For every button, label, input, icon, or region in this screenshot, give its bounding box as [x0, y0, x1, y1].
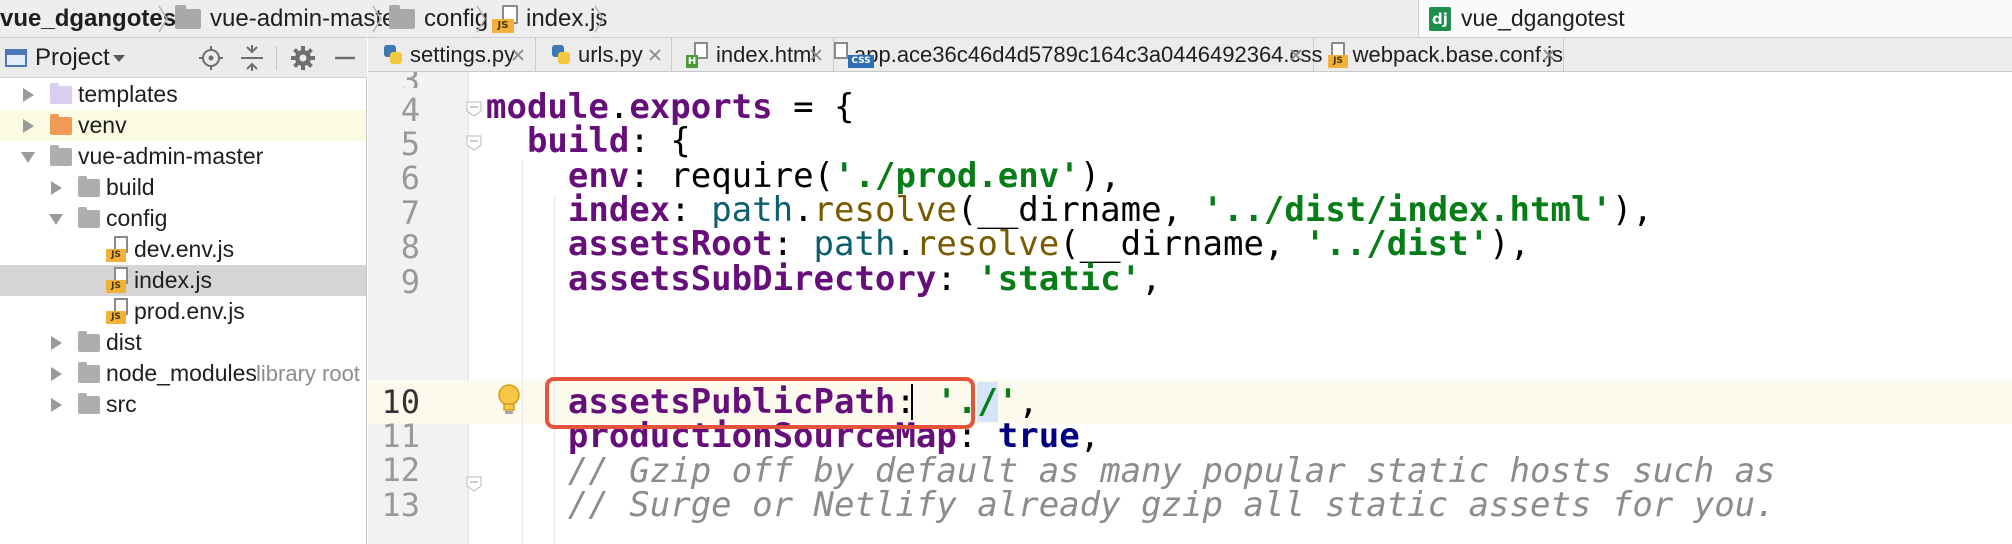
breadcrumb-separator-icon: [594, 5, 604, 33]
minimize-icon[interactable]: [331, 44, 359, 72]
tab-settings-py[interactable]: settings.py: [368, 38, 536, 72]
tree-item-config[interactable]: config: [0, 203, 366, 234]
chevron-right-icon[interactable]: [23, 119, 34, 133]
django-icon: dj: [1429, 6, 1451, 31]
html-file-icon: H: [686, 42, 708, 68]
navigation-bar: vue_dgangotest vue-admin-master config J…: [0, 0, 2012, 38]
chevron-right-icon[interactable]: [51, 367, 62, 381]
js-file-icon: JS: [1328, 42, 1348, 68]
tree-item-label: dist: [106, 329, 142, 355]
close-icon[interactable]: [509, 46, 527, 64]
chevron-right-icon[interactable]: [23, 88, 34, 102]
close-icon[interactable]: [1540, 46, 1558, 64]
gear-icon[interactable]: [289, 44, 317, 72]
folder-icon: [78, 207, 100, 228]
tree-item-label: dev.env.js: [134, 236, 235, 262]
tree-item-label: build: [106, 174, 155, 200]
fold-marker-icon[interactable]: [466, 101, 482, 117]
editor-tab-bar: settings.py urls.py H index.html CSS app…: [368, 38, 2012, 72]
tab-webpack-base-conf-js[interactable]: JS webpack.base.conf.js: [1314, 38, 1564, 72]
project-panel-title[interactable]: Project: [35, 38, 110, 78]
folder-icon: [78, 331, 100, 352]
tree-item-prod-env-js[interactable]: JS prod.env.js: [0, 296, 366, 327]
chevron-right-icon[interactable]: [51, 181, 62, 195]
chevron-down-icon[interactable]: [113, 55, 125, 62]
chevron-right-icon[interactable]: [51, 336, 62, 350]
folder-icon: [78, 176, 100, 197]
close-icon[interactable]: [807, 46, 825, 64]
tab-label: urls.py: [578, 42, 643, 67]
tree-item-label: vue-admin-master: [78, 143, 264, 169]
collapse-all-icon[interactable]: [238, 44, 266, 72]
project-tool-window: Project templates venv vue-admin-master …: [0, 38, 367, 544]
js-file-icon: JS: [106, 267, 128, 293]
folder-icon: [78, 393, 100, 414]
tab-label: index.html: [716, 42, 817, 67]
tree-item-label: venv: [78, 112, 127, 138]
locate-target-icon[interactable]: [197, 44, 225, 72]
tree-item-build[interactable]: build: [0, 172, 366, 203]
js-file-icon: JS: [106, 236, 128, 262]
tree-item-dist[interactable]: dist: [0, 327, 366, 358]
tree-item-src[interactable]: src: [0, 389, 366, 420]
tab-urls-py[interactable]: urls.py: [536, 38, 672, 72]
python-file-icon: [382, 44, 404, 66]
folder-icon: [50, 83, 72, 104]
tree-item-vue-admin-master[interactable]: vue-admin-master: [0, 141, 366, 172]
library-root-note: library root: [256, 361, 360, 386]
breadcrumb-separator-icon: [476, 5, 486, 33]
tab-label: webpack.base.conf.js: [1352, 42, 1563, 67]
tree-item-index-js[interactable]: JS index.js: [0, 265, 366, 296]
breadcrumb-separator-icon: [372, 5, 382, 33]
folder-icon: [50, 114, 72, 135]
code-line: // Surge or Netlify already gzip all sta…: [567, 485, 1776, 525]
chevron-right-icon[interactable]: [51, 398, 62, 412]
tree-item-label: config: [106, 205, 168, 231]
tab-label: settings.py: [410, 42, 516, 67]
header-divider: [276, 46, 277, 70]
js-file-icon: JS: [492, 5, 518, 33]
fold-marker-icon[interactable]: [466, 476, 482, 492]
project-icon: [5, 49, 27, 67]
breadcrumb-index-js[interactable]: JS index.js: [492, 0, 607, 38]
annotation-highlight-box: [545, 377, 975, 429]
breadcrumb-separator-icon: [158, 5, 168, 33]
chevron-down-icon[interactable]: [49, 214, 63, 225]
line-number: 3: [368, 72, 420, 88]
line-number: 9: [400, 263, 420, 301]
tree-item-dev-env-js[interactable]: JS dev.env.js: [0, 234, 366, 265]
run-configuration-label: vue_dgangotest: [1461, 5, 1625, 31]
line-number: 13: [381, 486, 420, 524]
tab-index-html[interactable]: H index.html: [672, 38, 834, 72]
close-icon[interactable]: [1287, 46, 1305, 64]
tree-item-label: templates: [78, 81, 178, 107]
tab-label: app.ace36c46d4d5789c164c3a0446492364.css: [854, 42, 1323, 67]
run-configuration-selector[interactable]: dj vue_dgangotest: [1418, 0, 2012, 38]
chevron-down-icon[interactable]: [21, 152, 35, 163]
tree-item-templates[interactable]: templates: [0, 79, 366, 110]
project-panel-header: Project: [0, 38, 367, 78]
folder-icon: [175, 5, 201, 29]
tree-item-label: node_modules: [106, 360, 257, 386]
tree-item-label: prod.env.js: [134, 298, 245, 324]
tab-app-css[interactable]: CSS app.ace36c46d4d5789c164c3a0446492364…: [834, 38, 1323, 72]
tree-item-node-modules[interactable]: node_modules library root: [0, 358, 366, 389]
folder-icon: [78, 362, 100, 383]
close-icon[interactable]: [646, 46, 664, 64]
tree-item-label: src: [106, 391, 137, 417]
folder-icon: [50, 145, 72, 166]
python-file-icon: [550, 44, 572, 66]
code-line: assetsSubDirectory: 'static',: [567, 259, 1162, 299]
folder-icon: [389, 5, 415, 29]
fold-marker-icon[interactable]: [466, 135, 482, 151]
tree-item-venv[interactable]: venv: [0, 110, 366, 141]
tree-item-label: index.js: [134, 267, 212, 293]
js-file-icon: JS: [106, 298, 128, 324]
